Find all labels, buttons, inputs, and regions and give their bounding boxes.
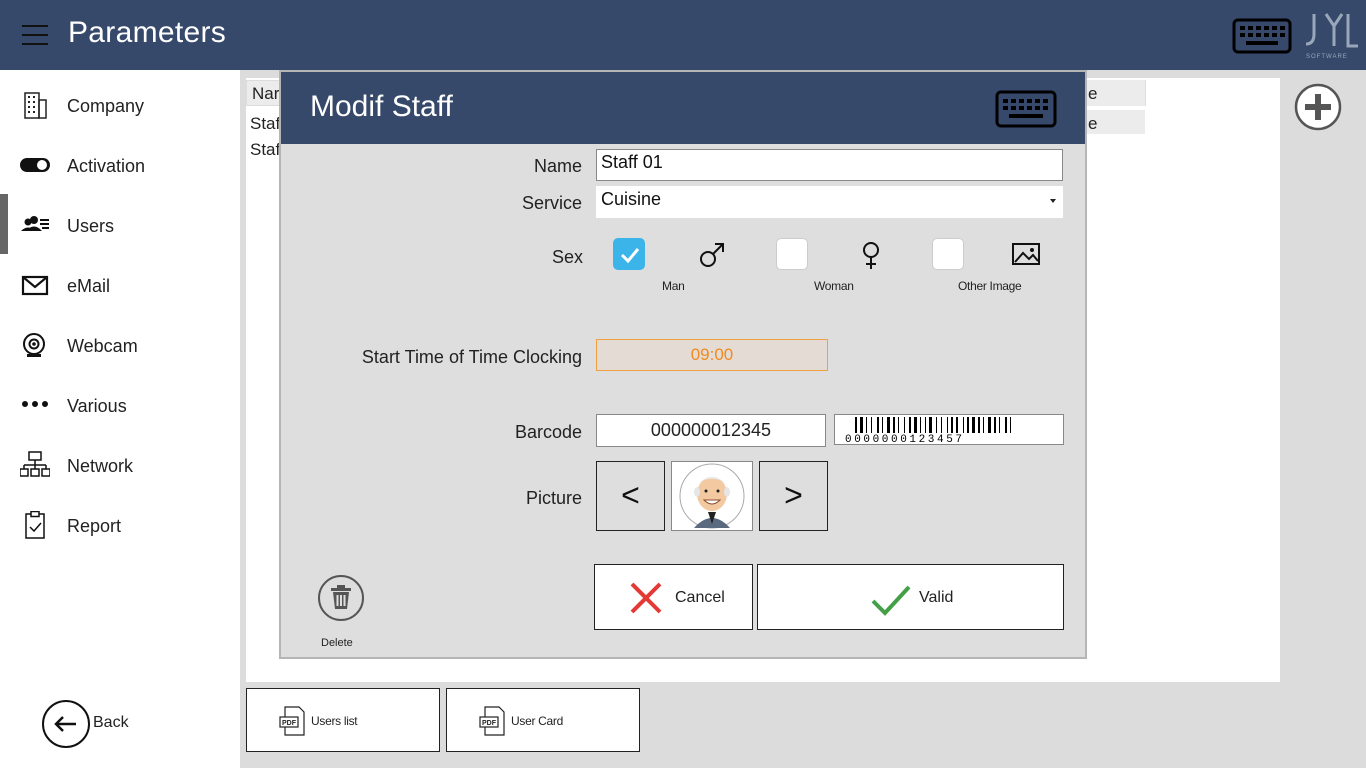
users-list-pdf-button[interactable]: PDF Users list [246, 688, 440, 752]
mail-icon [21, 275, 49, 296]
keyboard-icon[interactable] [995, 90, 1057, 128]
name-field[interactable]: Staff 01 [596, 149, 1063, 181]
service-select[interactable]: Cuisine [596, 186, 1063, 218]
barcode-field[interactable]: 000000012345 [596, 414, 826, 447]
table-cell[interactable]: Staf [250, 114, 280, 134]
sidebar-item-label: Various [67, 396, 127, 416]
keyboard-icon[interactable] [1232, 18, 1292, 54]
barcode-label: Barcode [514, 422, 582, 442]
sex-woman-label: Woman [814, 279, 854, 293]
back-button[interactable] [42, 700, 90, 748]
dots-icon [22, 401, 48, 407]
users-list-label: Users list [311, 714, 358, 728]
modif-staff-dialog: Modif Staff Name Staff 01 Service Cuisin… [279, 70, 1087, 659]
hamburger-menu-icon[interactable] [22, 25, 48, 45]
male-symbol-icon [700, 243, 724, 267]
toggle-icon [20, 158, 50, 172]
dialog-header: Modif Staff [281, 72, 1085, 144]
valid-label: Valid [919, 589, 954, 606]
add-user-button[interactable] [1294, 83, 1342, 131]
company-logo: SOFTWARE [1304, 10, 1358, 60]
table-cell[interactable]: Staf [250, 140, 280, 160]
staff-avatar [671, 461, 753, 531]
cross-icon [630, 582, 662, 614]
sex-label: Sex [551, 247, 583, 267]
sidebar-item-label: Company [67, 96, 145, 116]
back-label: Back [93, 714, 129, 731]
delete-button[interactable] [317, 574, 365, 622]
pdf-icon: PDF [279, 706, 305, 736]
sidebar: Company Activation Users eMail Webcam Va… [0, 70, 240, 768]
start-time-field[interactable]: 09:00 [596, 339, 828, 371]
picture-next-button[interactable]: > [759, 461, 828, 531]
user-card-pdf-button[interactable]: PDF User Card [446, 688, 640, 752]
dialog-title: Modif Staff [310, 90, 453, 123]
sidebar-item-label: Network [67, 456, 134, 476]
picture-prev-button[interactable]: < [596, 461, 665, 531]
building-icon [24, 92, 47, 119]
sex-other-image-checkbox[interactable] [932, 238, 964, 270]
svg-text:PDF: PDF [282, 720, 297, 727]
avatar-image [679, 463, 745, 529]
logo-text: SOFTWARE [1306, 54, 1348, 60]
app-header: Parameters SOFTWARE [0, 0, 1366, 70]
picture-label: Picture [525, 488, 582, 508]
name-label: Name [533, 156, 582, 176]
pdf-icon: PDF [479, 706, 505, 736]
delete-label: Delete [321, 637, 353, 649]
sidebar-item-network[interactable]: Network [0, 434, 240, 494]
sidebar-item-various[interactable]: Various [0, 374, 240, 434]
start-time-label: Start Time of Time Clocking [361, 347, 582, 367]
sex-woman-checkbox[interactable] [776, 238, 808, 270]
table-cell[interactable]: e [1088, 114, 1097, 134]
valid-button[interactable]: Valid [757, 564, 1064, 630]
barcode-graphic: 0000000123457 [845, 417, 1011, 446]
sex-other-image-label: Other Image [958, 279, 1022, 293]
users-icon [21, 216, 49, 231]
svg-text:0000000123457: 0000000123457 [845, 434, 965, 444]
network-icon [20, 451, 50, 477]
sex-man-label: Man [662, 279, 685, 293]
table-header-cell: e [1088, 84, 1098, 103]
sidebar-item-users[interactable]: Users [0, 194, 240, 254]
sidebar-item-activation[interactable]: Activation [0, 134, 240, 194]
sidebar-item-company[interactable]: Company [0, 74, 240, 134]
sidebar-item-report[interactable]: Report [0, 494, 240, 554]
sidebar-item-label: Webcam [67, 336, 138, 356]
page-title: Parameters [68, 16, 227, 49]
cancel-label: Cancel [675, 589, 725, 606]
female-symbol-icon [863, 242, 879, 269]
image-icon [1012, 243, 1040, 265]
arrow-left-icon [54, 716, 76, 732]
service-label: Service [521, 193, 582, 213]
sex-man-checkbox[interactable] [613, 238, 645, 270]
clipboard-icon [25, 511, 45, 539]
service-selected-value: Cuisine [601, 189, 662, 209]
checkmark-icon [871, 585, 911, 616]
sidebar-item-email[interactable]: eMail [0, 254, 240, 314]
barcode-image: 0000000123457 [834, 414, 1064, 446]
cancel-button[interactable]: Cancel [594, 564, 753, 630]
checkmark-icon [620, 248, 640, 264]
table-header-cell: Nar [252, 84, 280, 103]
sidebar-item-label: Report [67, 516, 122, 536]
sidebar-item-label: Users [67, 216, 115, 236]
user-card-label: User Card [511, 714, 563, 728]
sidebar-item-label: eMail [67, 276, 111, 296]
sidebar-item-webcam[interactable]: Webcam [0, 314, 240, 374]
chevron-down-icon [1050, 199, 1056, 203]
webcam-icon [23, 333, 45, 357]
sidebar-item-label: Activation [67, 156, 146, 176]
svg-text:PDF: PDF [482, 720, 497, 727]
